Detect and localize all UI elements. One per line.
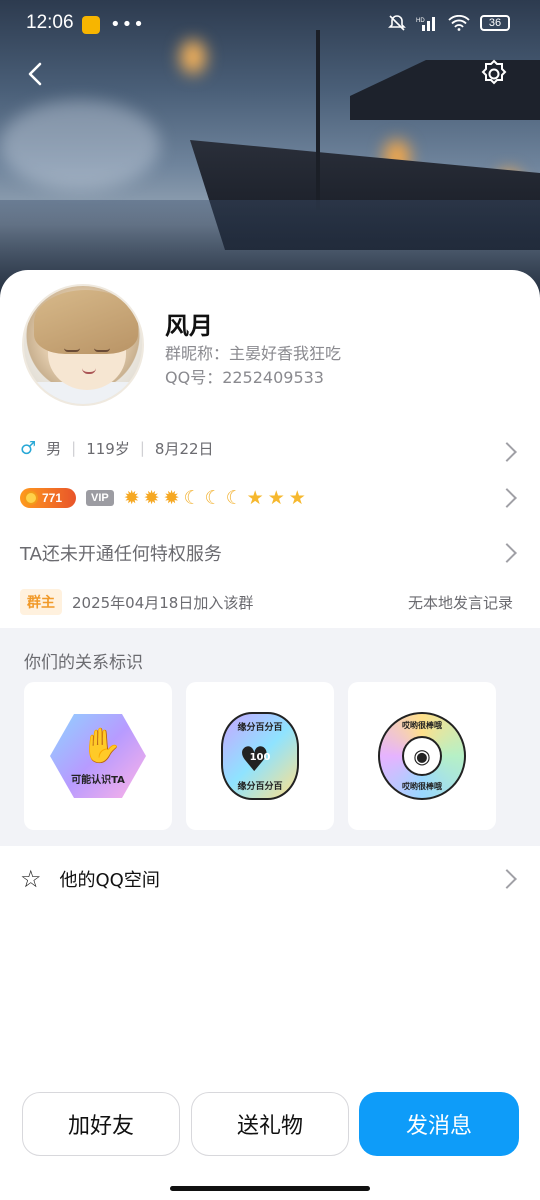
group-nickname: 群昵称：主晏好香我狂吃 xyxy=(165,344,342,363)
sticker-label-bottom: 哎哟很棒哦 xyxy=(402,782,442,791)
qzone-star-icon: ☆ xyxy=(20,865,42,893)
star-icon: ★ xyxy=(288,487,306,509)
divider: | xyxy=(71,439,77,457)
chevron-left-icon xyxy=(28,62,42,86)
status-bar: 12:06 ••• HD 36 xyxy=(0,0,540,46)
join-date-text: 2025年04月18日加入该群 xyxy=(72,593,254,612)
level-value: 771 xyxy=(42,491,63,505)
vip-badge: VIP xyxy=(86,490,114,506)
level-row[interactable]: 771 VIP ✹ ✹ ✹ ☾ ☾ ☾ ★ ★ ★ xyxy=(20,484,520,512)
level-icons: ✹ ✹ ✹ ☾ ☾ ☾ ★ ★ ★ xyxy=(124,487,306,509)
avatar-eye xyxy=(94,348,110,352)
relationship-title: 你们的关系标识 xyxy=(24,653,143,673)
mute-icon xyxy=(388,15,406,31)
relationship-card-fate[interactable]: 缘分百分百 ♥ 100 缘分百分百 xyxy=(186,682,334,830)
birthday-text: 8月22日 xyxy=(154,439,214,458)
relationship-card-maybe-know[interactable]: ✋ 可能认识TA xyxy=(24,682,172,830)
qzone-label: 他的QQ空间 xyxy=(59,870,160,891)
wave-hand-icon: ✋ xyxy=(80,726,123,766)
weibo-icon xyxy=(82,15,100,34)
gender-text: 男 xyxy=(46,439,62,458)
speech-record-text[interactable]: 无本地发言记录 xyxy=(408,592,513,613)
status-left-icons: ••• xyxy=(82,14,145,35)
pavilion-roof xyxy=(350,60,540,120)
great-sticker: 哎哟很棒哦 ◉ 哎哟很棒哦 xyxy=(378,712,466,800)
moon-icon: ☾ xyxy=(225,487,243,509)
sticker-label-top: 缘分百分百 xyxy=(237,723,283,733)
avatar-eye xyxy=(64,348,80,352)
star-icon: ★ xyxy=(267,487,285,509)
owner-badge: 群主 xyxy=(20,589,62,615)
wifi-icon xyxy=(448,15,470,31)
gear-icon xyxy=(481,59,507,85)
relationship-card-great[interactable]: 哎哟很棒哦 ◉ 哎哟很棒哦 xyxy=(348,682,496,830)
avatar-hair xyxy=(34,290,138,354)
sticker-label-top: 哎哟很棒哦 xyxy=(402,721,442,730)
fate-sticker: 缘分百分百 ♥ 100 缘分百分百 xyxy=(221,712,299,800)
sticker-label: 可能认识TA xyxy=(71,775,125,786)
level-badge: 771 xyxy=(20,488,76,508)
battery-icon: 36 xyxy=(480,15,510,31)
status-right-icons: HD 36 xyxy=(388,14,510,32)
send-message-button[interactable]: 发消息 xyxy=(359,1092,519,1156)
qzone-row[interactable]: ☆ 他的QQ空间 xyxy=(20,864,520,894)
qq-number[interactable]: QQ号：2252409533 xyxy=(165,364,324,388)
signal-icon: HD xyxy=(416,17,435,31)
male-icon: ♂ xyxy=(20,437,37,459)
send-gift-button[interactable]: 送礼物 xyxy=(191,1092,349,1156)
star-icon: ★ xyxy=(246,487,264,509)
add-friend-button[interactable]: 加好友 xyxy=(22,1092,180,1156)
sun-icon: ✹ xyxy=(163,487,180,509)
maybe-know-sticker: ✋ 可能认识TA xyxy=(50,714,146,798)
svg-text:HD: HD xyxy=(416,18,425,24)
home-indicator[interactable] xyxy=(170,1186,370,1191)
coin-icon xyxy=(24,491,38,505)
back-button[interactable] xyxy=(18,56,54,92)
sun-icon: ✹ xyxy=(143,487,160,509)
privilege-text[interactable]: TA还未开通任何特权服务 xyxy=(20,540,222,566)
sticker-label-bottom: 缘分百分百 xyxy=(237,782,283,792)
more-dots-icon: ••• xyxy=(110,14,145,35)
mast xyxy=(316,30,320,210)
divider: | xyxy=(139,439,145,457)
moon-icon: ☾ xyxy=(204,487,222,509)
settings-button[interactable] xyxy=(478,58,510,90)
status-time: 12:06 xyxy=(26,12,74,33)
sky-glow xyxy=(0,100,160,190)
face-icon: ◉ xyxy=(402,736,442,776)
avatar[interactable] xyxy=(22,284,144,406)
age-text: 119岁 xyxy=(86,439,130,458)
sun-icon: ✹ xyxy=(123,487,140,509)
profile-name: 风月 xyxy=(165,312,213,340)
battery-level: 36 xyxy=(488,17,502,29)
moon-icon: ☾ xyxy=(183,487,201,509)
sticker-center: 100 xyxy=(249,752,271,763)
basic-info-row[interactable]: ♂ 男 | 119岁 | 8月22日 xyxy=(20,434,520,462)
